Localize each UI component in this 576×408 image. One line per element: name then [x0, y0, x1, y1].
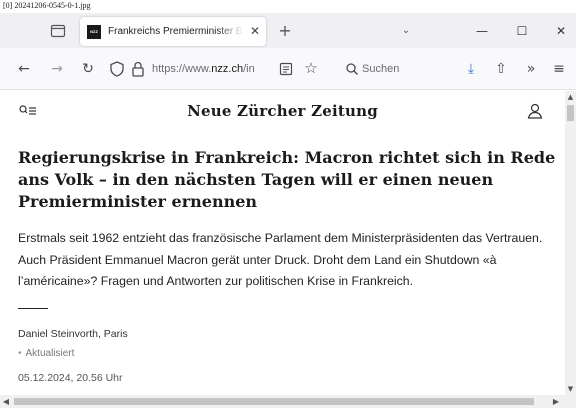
url-domain: nzz.ch [211, 63, 244, 75]
update-label: Aktualisiert [25, 348, 75, 359]
reload-icon[interactable]: ↻ [79, 60, 97, 78]
hamburger-menu-icon[interactable]: ≡ [550, 60, 568, 78]
url-path: /in [243, 63, 255, 75]
image-caption: [0] 20241206-0545-0-1.jpg [3, 1, 91, 10]
search-icon [345, 61, 359, 75]
bookmark-star-icon[interactable]: ☆ [302, 59, 320, 77]
close-tab-icon[interactable]: ✕ [247, 23, 263, 39]
back-icon[interactable]: ← [15, 60, 33, 78]
url-bar[interactable]: https://www.nzz.ch/in ☆ [104, 56, 334, 82]
horizontal-scroll-thumb[interactable] [14, 398, 534, 405]
list-all-tabs-icon[interactable] [50, 23, 66, 38]
download-icon[interactable]: ⤓ [462, 60, 480, 78]
scroll-down-icon[interactable]: ▼ [565, 383, 576, 395]
article-headline: Regierungskrise in Frankreich: Macron ri… [18, 148, 556, 211]
nzz-logo[interactable]: Neue Zürcher Zeitung [0, 99, 565, 123]
maximize-icon[interactable]: ☐ [507, 21, 537, 41]
horizontal-scrollbar[interactable]: ◀ ▶ [0, 395, 576, 408]
search-placeholder: Suchen [362, 63, 400, 75]
site-header: Neue Zürcher Zeitung [0, 91, 565, 131]
scroll-up-icon[interactable]: ▲ [565, 91, 576, 103]
scroll-right-icon[interactable]: ▶ [550, 395, 562, 408]
tab-active[interactable]: NZZ Frankreichs Premierminister Ba ✕ [80, 17, 266, 46]
new-tab-icon[interactable]: + [277, 23, 293, 39]
url-text[interactable]: https://www.nzz.ch/in [152, 61, 276, 77]
search-input[interactable]: Suchen [340, 56, 448, 82]
bullet-icon: • [18, 348, 22, 359]
scroll-left-icon[interactable]: ◀ [0, 395, 12, 408]
overflow-chevron-icon[interactable]: » [522, 60, 540, 78]
forward-icon[interactable]: → [48, 60, 66, 78]
tracking-protection-shield-icon[interactable] [108, 60, 126, 78]
navigation-toolbar: ← → ↻ https://www.nzz.ch/in ☆ Suchen ⤓ ⇧… [0, 48, 576, 90]
minimize-icon[interactable]: — [467, 21, 497, 41]
tab-title: Frankreichs Premierminister Ba [108, 26, 244, 37]
article-author[interactable]: Daniel Steinvorth, Paris [18, 327, 128, 341]
article-date: 05.12.2024, 20.56 Uhr [18, 372, 123, 384]
share-icon[interactable]: ⇧ [492, 60, 510, 78]
lock-icon[interactable] [130, 60, 146, 78]
divider [18, 308, 48, 309]
reader-view-icon[interactable] [278, 61, 294, 77]
update-indicator[interactable]: • Aktualisiert [18, 347, 74, 361]
vertical-scroll-thumb[interactable] [567, 105, 574, 121]
vertical-scrollbar[interactable]: ▲ ▼ [565, 91, 576, 395]
window-close-icon[interactable]: ✕ [546, 21, 576, 41]
tab-bar: NZZ Frankreichs Premierminister Ba ✕ + ⌄… [0, 13, 576, 48]
chevron-down-icon[interactable]: ⌄ [398, 23, 414, 39]
page-content: Neue Zürcher Zeitung Regierungskrise in … [0, 91, 565, 395]
article-lead: Erstmals seit 1962 entzieht das französi… [18, 231, 543, 288]
user-account-icon[interactable] [527, 102, 543, 120]
nzz-favicon-icon: NZZ [87, 25, 101, 39]
url-prefix: https://www. [152, 63, 212, 75]
